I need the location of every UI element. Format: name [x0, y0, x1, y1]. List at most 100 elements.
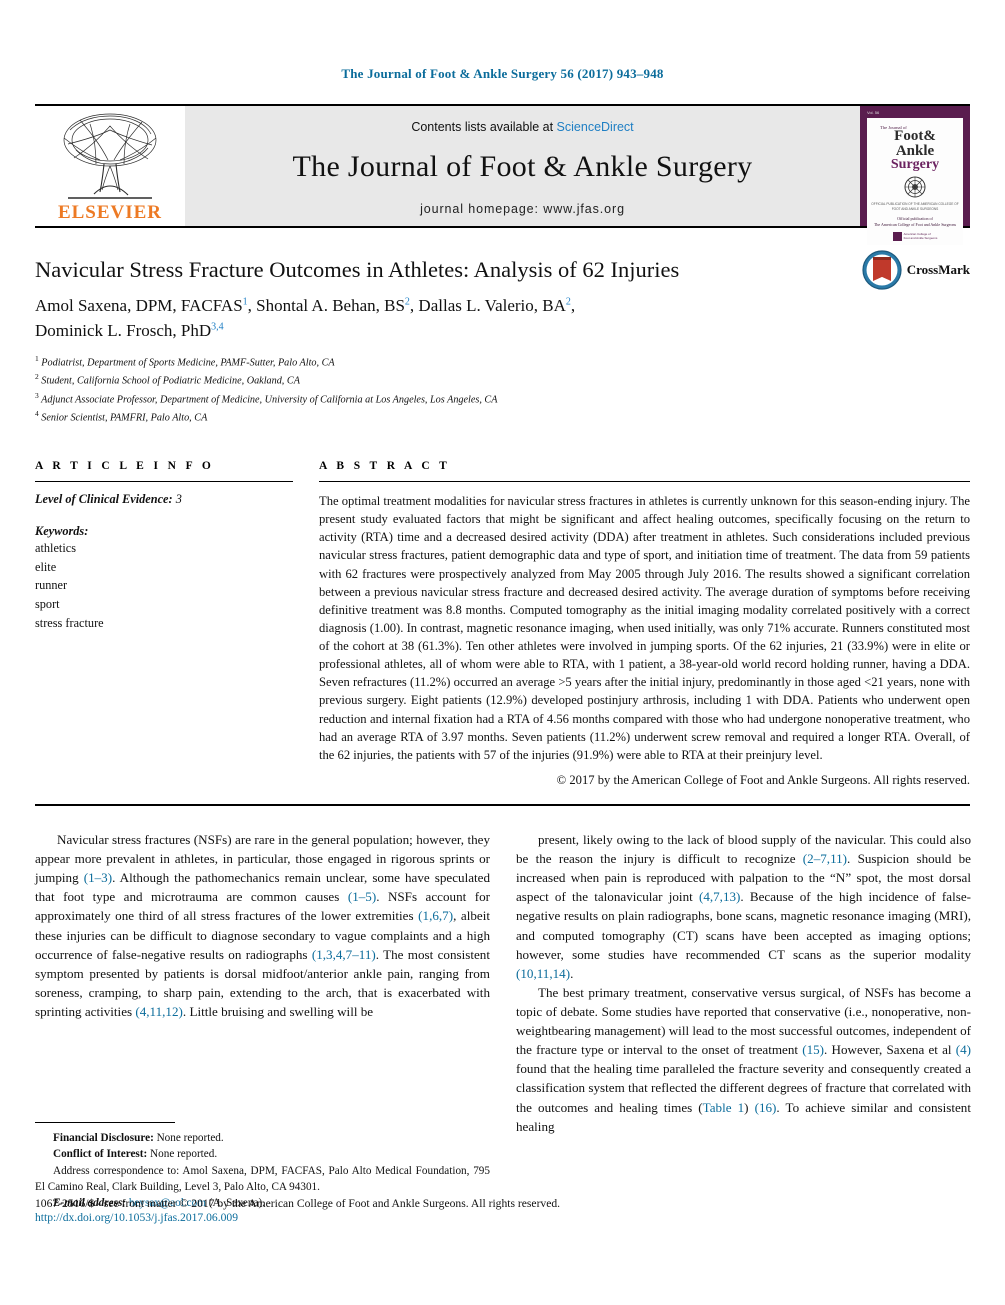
crossmark-label: CrossMark — [906, 262, 970, 277]
author-name: Amol Saxena, DPM, FACFAS — [35, 296, 243, 315]
financial-disclosure-value: None reported. — [153, 1132, 224, 1144]
keywords-list: athletics elite runner sport stress frac… — [35, 539, 293, 632]
crossmark-icon — [862, 250, 902, 290]
affiliation-item: 3 Adjunct Associate Professor, Departmen… — [35, 390, 970, 408]
conflict-label: Conflict of Interest: — [53, 1148, 148, 1161]
elsevier-tree-icon — [63, 113, 157, 199]
cover-title-line2: Ankle — [895, 142, 935, 159]
citation-link[interactable]: (1–3) — [84, 870, 112, 885]
citation-link[interactable]: (4,7,13) — [699, 889, 740, 904]
citation-link[interactable]: (4) — [956, 1042, 971, 1057]
level-of-evidence-label: Level of Clinical Evidence: — [35, 492, 173, 507]
cover-official-line: Official publication of The American Coll… — [873, 216, 957, 227]
body-text: . — [570, 965, 574, 981]
keyword-item: elite — [35, 559, 57, 574]
masthead-center: Contents lists available at ScienceDirec… — [185, 106, 860, 226]
body-paragraph: Navicular stress fractures (NSFs) are ra… — [35, 830, 490, 1021]
affiliation-list: 1 Podiatrist, Department of Sports Medic… — [35, 353, 970, 426]
acfas-logo-text: American College of Foot and Ankle Surgeo… — [903, 232, 938, 240]
keyword-item: athletics — [35, 541, 76, 556]
crossmark-badge[interactable]: CrossMark — [862, 250, 970, 290]
footnote-rule — [35, 1122, 175, 1123]
abstract-text: The optimal treatment modalities for nav… — [319, 494, 970, 762]
abstract-rule — [319, 481, 970, 483]
conflict-value: None reported. — [147, 1148, 218, 1161]
body-text: . Little bruising and swelling will be — [182, 1003, 374, 1019]
citation-link[interactable]: (2–7,11) — [803, 851, 847, 866]
abstract-bottom-rule — [35, 803, 970, 806]
author-affil-marker[interactable]: 2 — [566, 296, 571, 307]
abstract-column: A B S T R A C T The optimal treatment mo… — [319, 460, 970, 788]
author-name: Dallas L. Valerio, BA — [418, 296, 566, 315]
body-column-left: Navicular stress fractures (NSFs) are ra… — [35, 830, 490, 1136]
body-column-right: present, likely owing to the lack of blo… — [516, 830, 971, 1136]
author-affil-marker[interactable]: 3,4 — [211, 321, 224, 332]
body-paragraph: The best primary treatment, conservative… — [516, 983, 971, 1136]
masthead-bottom-rule — [35, 226, 970, 228]
keyword-item: stress fracture — [35, 615, 104, 630]
affiliation-marker: 3 — [35, 390, 39, 400]
affiliation-text: Adjunct Associate Professor, Department … — [41, 394, 498, 406]
citation-link[interactable]: (4,11,12) — [135, 1004, 183, 1019]
citation-link[interactable]: (16) — [755, 1100, 777, 1115]
cover-title-line1: Foot& — [894, 128, 936, 145]
cover-title-line3: Surgery — [890, 157, 940, 173]
abstract-copyright: © 2017 by the American College of Foot a… — [556, 772, 970, 787]
citation-link[interactable]: (1,3,4,7–11) — [312, 947, 376, 962]
author-affil-marker[interactable]: 1 — [243, 296, 248, 307]
keywords-label: Keywords: — [35, 524, 89, 539]
citation-link[interactable]: Table 1 — [703, 1100, 745, 1115]
article-page: The Journal of Foot & Ankle Surgery 56 (… — [0, 0, 1005, 1305]
cover-front: The Journal of Foot& Ankle Surgery OFFIC… — [867, 118, 963, 246]
sciencedirect-link[interactable]: ScienceDirect — [557, 120, 634, 134]
keyword-item: runner — [35, 578, 68, 593]
elsevier-logo: ELSEVIER — [35, 106, 185, 226]
affiliation-marker: 1 — [35, 354, 39, 364]
affiliation-text: Podiatrist, Department of Sports Medicin… — [41, 357, 335, 369]
contents-available-line: Contents lists available at ScienceDirec… — [411, 120, 633, 134]
citation-link[interactable]: (15) — [802, 1042, 824, 1057]
acfas-logo-mark — [892, 232, 902, 242]
affiliation-text: Student, California School of Podiatric … — [41, 375, 300, 387]
citation-link[interactable]: (1–5) — [348, 889, 376, 904]
affiliation-item: 4 Senior Scientist, PAMFRI, Palo Alto, C… — [35, 408, 970, 426]
info-abstract-section: A R T I C L E I N F O Level of Clinical … — [35, 460, 970, 788]
footer-block: 1067-2516/$ - see front matter © 2017 by… — [35, 1197, 965, 1224]
author-affil-marker[interactable]: 2 — [405, 296, 410, 307]
author-name: Dominick L. Frosch, PhD — [35, 320, 212, 340]
page-title: Navicular Stress Fracture Outcomes in At… — [35, 257, 680, 282]
body-columns: Navicular stress fractures (NSFs) are ra… — [35, 830, 971, 1136]
footnote-financial-disclosure: Financial Disclosure: None reported. — [35, 1130, 490, 1146]
footnote-conflict-of-interest: Conflict of Interest: None reported. — [35, 1146, 490, 1162]
affiliation-item: 1 Podiatrist, Department of Sports Medic… — [35, 353, 970, 371]
journal-homepage-link[interactable]: journal homepage: www.jfas.org — [420, 202, 625, 216]
citation-link[interactable]: (10,11,14) — [516, 966, 570, 981]
abstract-heading: A B S T R A C T — [319, 460, 451, 473]
journal-title: The Journal of Foot & Ankle Surgery — [292, 150, 753, 183]
affiliation-marker: 4 — [35, 408, 39, 418]
author-list: Amol Saxena, DPM, FACFAS1, Shontal A. Be… — [35, 296, 576, 340]
affiliation-marker: 2 — [35, 372, 39, 382]
cover-volume-tag: Vol. 56 — [867, 110, 880, 115]
cover-acfas-logo: American College of Foot and Ankle Surgeo… — [892, 232, 938, 242]
article-info-rule — [35, 481, 293, 483]
contents-prefix: Contents lists available at — [411, 120, 557, 134]
citation-link[interactable]: (1,6,7) — [418, 908, 453, 923]
title-block: CrossMark Navicular Stress Fracture Outc… — [35, 250, 970, 426]
body-paragraph: present, likely owing to the lack of blo… — [516, 830, 971, 983]
affiliation-text: Senior Scientist, PAMFRI, Palo Alto, CA — [41, 412, 208, 424]
author-name: Shontal A. Behan, BS — [256, 296, 405, 315]
affiliation-item: 2 Student, California School of Podiatri… — [35, 371, 970, 389]
cover-fine-print: OFFICIAL PUBLICATION OF THE AMERICAN COL… — [871, 202, 959, 211]
footnote-address: Address correspondence to: Amol Saxena, … — [35, 1164, 490, 1194]
body-text: ) — [744, 1099, 755, 1115]
issn-copyright-line: 1067-2516/$ - see front matter © 2017 by… — [35, 1197, 561, 1210]
keyword-item: sport — [35, 597, 60, 612]
financial-disclosure-label: Financial Disclosure: — [53, 1132, 154, 1144]
journal-masthead: ELSEVIER Contents lists available at Sci… — [35, 104, 970, 246]
elsevier-wordmark: ELSEVIER — [57, 202, 163, 223]
level-of-evidence-value: 3 — [175, 492, 182, 507]
body-text: . However, Saxena et al — [824, 1042, 956, 1058]
running-head: The Journal of Foot & Ankle Surgery 56 (… — [341, 66, 664, 81]
doi-link[interactable]: http://dx.doi.org/10.1053/j.jfas.2017.06… — [35, 1211, 965, 1224]
